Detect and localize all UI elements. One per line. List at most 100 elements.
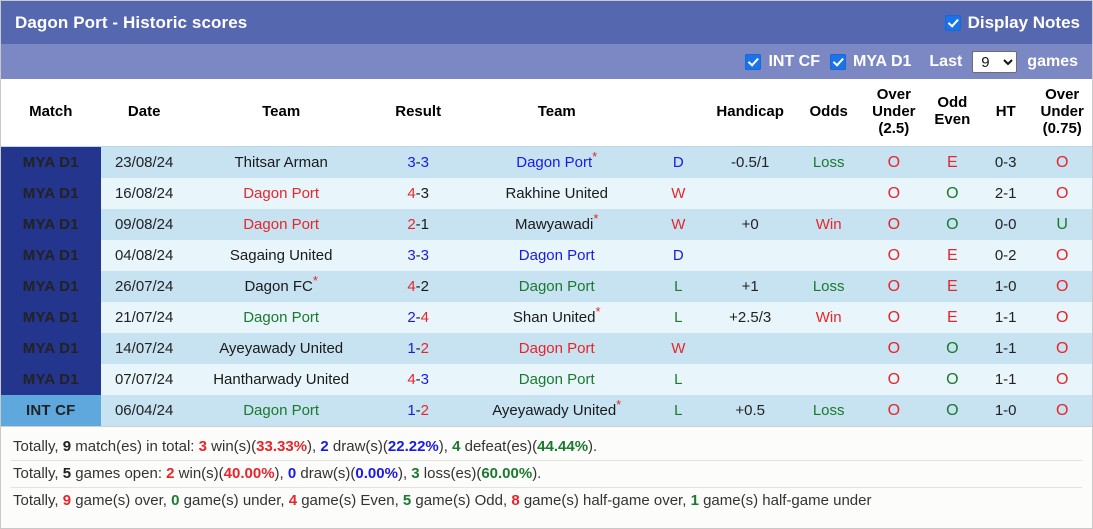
note-star-icon: *	[593, 211, 599, 227]
table-row[interactable]: MYA D1 26/07/24 Dagon FC* 4-2 Dagon Port L +1 L…	[1, 271, 1092, 303]
col-odds[interactable]: Odds	[795, 79, 863, 148]
cell-league: MYA D1	[1, 364, 101, 396]
mya-d1-label: MYA D1	[853, 52, 912, 70]
cell-over-under-25: O	[862, 146, 926, 179]
cell-over-under-075: O	[1032, 302, 1092, 334]
cell-ht: 0-3	[979, 146, 1033, 179]
cell-odds	[795, 333, 863, 365]
cell-odd-even: E	[925, 240, 980, 272]
table-row[interactable]: MYA D1 21/07/24 Dagon Port 2-4 Shan United* L…	[1, 302, 1092, 334]
cell-away-team: Dagon Port*	[461, 146, 652, 179]
cell-over-under-25: O	[862, 178, 926, 210]
table-row[interactable]: INT CF 06/04/24 Dagon Port 1-2 Ayeyawady Uni…	[1, 395, 1092, 427]
cell-result: 2-1	[374, 209, 462, 241]
col-match[interactable]: Match	[1, 79, 101, 148]
cell-date: 09/08/24	[100, 209, 188, 241]
cell-league: MYA D1	[1, 146, 101, 179]
note-star-icon: *	[616, 397, 622, 413]
cell-over-under-25: O	[862, 271, 926, 303]
cell-odd-even: O	[925, 364, 980, 396]
filter-mya-d1[interactable]: MYA D1	[830, 53, 911, 71]
col-away-team[interactable]: Team	[461, 79, 652, 148]
filter-int-cf[interactable]: INT CF	[745, 53, 820, 71]
table-body: MYA D1 23/08/24 Thitsar Arman 3-3 Dagon Port…	[1, 146, 1092, 427]
cell-over-under-25: O	[862, 364, 926, 396]
cell-odds	[795, 178, 863, 210]
cell-odds: Win	[795, 302, 863, 334]
cell-over-under-075: O	[1032, 364, 1092, 396]
col-over-under-25[interactable]: Over Under (2.5)	[862, 79, 926, 148]
display-notes-checkbox-icon[interactable]	[944, 14, 961, 31]
cell-odds	[795, 364, 863, 396]
options-bar: INT CF MYA D1 Last 36912152030 games	[1, 44, 1092, 79]
cell-handicap	[705, 333, 796, 365]
cell-ht: 1-0	[979, 395, 1033, 427]
cell-away-team: Dagon Port	[461, 333, 652, 365]
cell-league: MYA D1	[1, 333, 101, 365]
cell-wdl: L	[651, 271, 706, 303]
cell-league: MYA D1	[1, 178, 101, 210]
col-result[interactable]: Result	[374, 79, 462, 148]
games-count-select[interactable]: 36912152030	[972, 50, 1018, 73]
cell-odd-even: O	[925, 395, 980, 427]
cell-result: 4-3	[374, 178, 462, 210]
col-ou25-line2: Under	[872, 102, 916, 120]
col-date[interactable]: Date	[100, 79, 188, 148]
table-header-row: Match Date Team Result Team Handicap Odd…	[1, 79, 1092, 148]
cell-handicap	[705, 178, 796, 210]
summary-line-overunder: Totally, 9 game(s) over, 0 game(s) under…	[13, 492, 872, 510]
cell-home-team: Hantharwady United	[187, 364, 375, 396]
cell-over-under-25: O	[862, 333, 926, 365]
cell-away-team: Shan United*	[461, 302, 652, 334]
historic-scores-table: Match Date Team Result Team Handicap Odd…	[1, 79, 1092, 427]
col-oddeven-line1: Odd	[937, 94, 968, 112]
cell-result: 4-2	[374, 271, 462, 303]
table-row[interactable]: MYA D1 16/08/24 Dagon Port 4-3 Rakhine Unite…	[1, 178, 1092, 210]
cell-ht: 1-1	[979, 302, 1033, 334]
col-over-under-075[interactable]: Over Under (0.75)	[1032, 79, 1092, 148]
mya-d1-checkbox-icon[interactable]	[830, 53, 846, 70]
cell-odd-even: E	[925, 271, 980, 303]
cell-ht: 0-0	[979, 209, 1033, 241]
note-star-icon: *	[592, 149, 598, 165]
cell-wdl: L	[651, 364, 706, 396]
note-star-icon: *	[312, 273, 318, 289]
display-notes-toggle[interactable]: Display Notes	[944, 12, 1080, 33]
col-home-team[interactable]: Team	[187, 79, 375, 148]
summary-line-total: Totally, 9 match(es) in total: 3 win(s)(…	[11, 434, 1082, 462]
col-handicap[interactable]: Handicap	[705, 79, 796, 148]
cell-date: 16/08/24	[100, 178, 188, 210]
table-row[interactable]: MYA D1 07/07/24 Hantharwady United 4-3 Dagon…	[1, 364, 1092, 396]
col-ou075-line1: Over	[1045, 86, 1080, 103]
cell-result: 3-3	[374, 146, 462, 179]
col-ou25-line1: Over	[876, 86, 911, 103]
title-bar: Dagon Port - Historic scores Display Not…	[1, 1, 1092, 44]
summary-line-open: Totally, 5 games open: 2 win(s)(40.00%),…	[11, 461, 1082, 489]
int-cf-checkbox-icon[interactable]	[745, 53, 762, 70]
cell-home-team: Sagaing United	[187, 240, 375, 272]
cell-home-team: Thitsar Arman	[187, 146, 375, 179]
cell-away-team: Ayeyawady United*	[461, 395, 652, 427]
cell-over-under-075: O	[1032, 240, 1092, 272]
col-ht[interactable]: HT	[979, 79, 1033, 148]
cell-result: 4-3	[374, 364, 462, 396]
cell-wdl: L	[651, 302, 706, 334]
col-wdl	[651, 79, 706, 148]
table-row[interactable]: MYA D1 23/08/24 Thitsar Arman 3-3 Dagon Port…	[1, 146, 1092, 179]
cell-odds: Win	[795, 209, 863, 241]
cell-odd-even: E	[925, 146, 980, 179]
cell-odds: Loss	[795, 146, 863, 179]
table-row[interactable]: MYA D1 14/07/24 Ayeyawady United 1-2 Dagon P…	[1, 333, 1092, 365]
col-ou25-line3: (2.5)	[878, 119, 910, 137]
col-odd-even[interactable]: Odd Even	[925, 79, 980, 148]
table-row[interactable]: MYA D1 04/08/24 Sagaing United 3-3 Dagon Por…	[1, 240, 1092, 272]
cell-odd-even: E	[925, 302, 980, 334]
cell-ht: 1-1	[979, 333, 1033, 365]
cell-over-under-25: O	[862, 395, 926, 427]
display-notes-label: Display Notes	[967, 12, 1080, 32]
cell-home-team: Dagon Port	[187, 302, 375, 334]
table-row[interactable]: MYA D1 09/08/24 Dagon Port 2-1 Mawyawadi* W +0…	[1, 209, 1092, 241]
cell-date: 04/08/24	[100, 240, 188, 272]
cell-result: 2-4	[374, 302, 462, 334]
cell-over-under-075: U	[1032, 209, 1092, 241]
